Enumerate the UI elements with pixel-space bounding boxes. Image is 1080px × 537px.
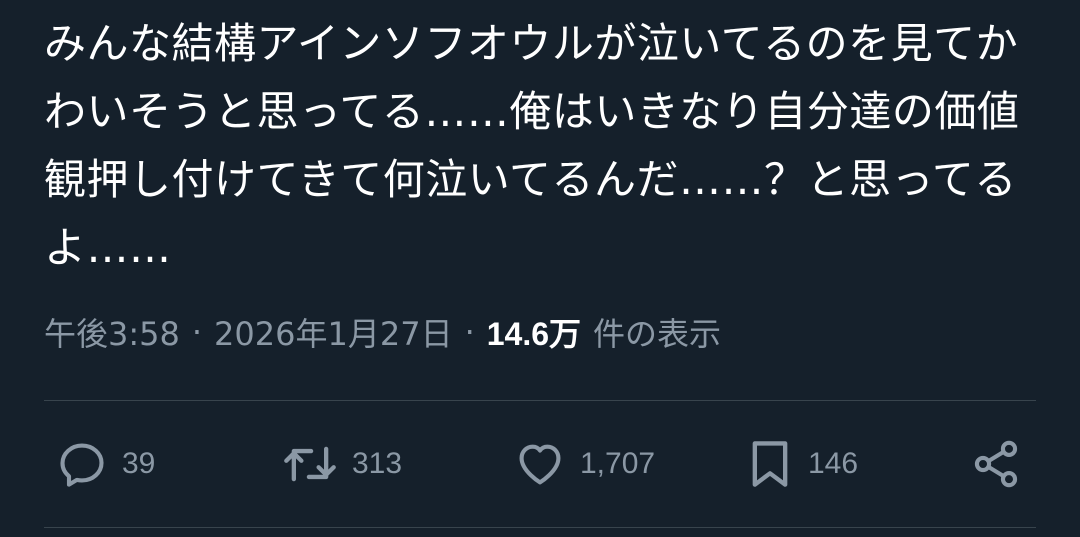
tweet-time[interactable]: 午後3:58 — [44, 309, 180, 355]
bookmark-count: 146 — [808, 447, 859, 480]
retweet-button[interactable]: 313 — [282, 432, 402, 496]
tweet-date[interactable]: 2026年1月27日 — [214, 309, 453, 355]
tweet-text: みんな結構アインソフオウルが泣いてるのを見てかわいそうと思ってる……俺はいきなり… — [44, 19, 1020, 272]
action-bar: 39 313 1,707 146 — [0, 432, 1080, 496]
reply-button[interactable]: 39 — [56, 432, 155, 496]
bookmark-button[interactable]: 146 — [746, 432, 858, 496]
views-count[interactable]: 14.6万 — [487, 309, 581, 355]
meta-separator: · — [464, 313, 475, 351]
reply-count: 39 — [122, 447, 156, 480]
tweet-meta: 午後3:58 · 2026年1月27日 · 14.6万 件の表示 — [44, 308, 721, 356]
like-button[interactable]: 1,707 — [514, 432, 655, 496]
share-icon — [970, 438, 1022, 490]
views-label: 件の表示 — [593, 315, 722, 353]
like-count: 1,707 — [580, 447, 656, 480]
share-button[interactable] — [970, 432, 1022, 496]
retweet-icon — [282, 438, 338, 490]
divider — [44, 527, 1036, 528]
bookmark-icon — [746, 438, 794, 490]
meta-separator: · — [191, 313, 203, 351]
retweet-count: 313 — [352, 447, 403, 480]
heart-icon — [514, 438, 566, 490]
reply-icon — [56, 438, 108, 490]
divider — [44, 400, 1036, 401]
